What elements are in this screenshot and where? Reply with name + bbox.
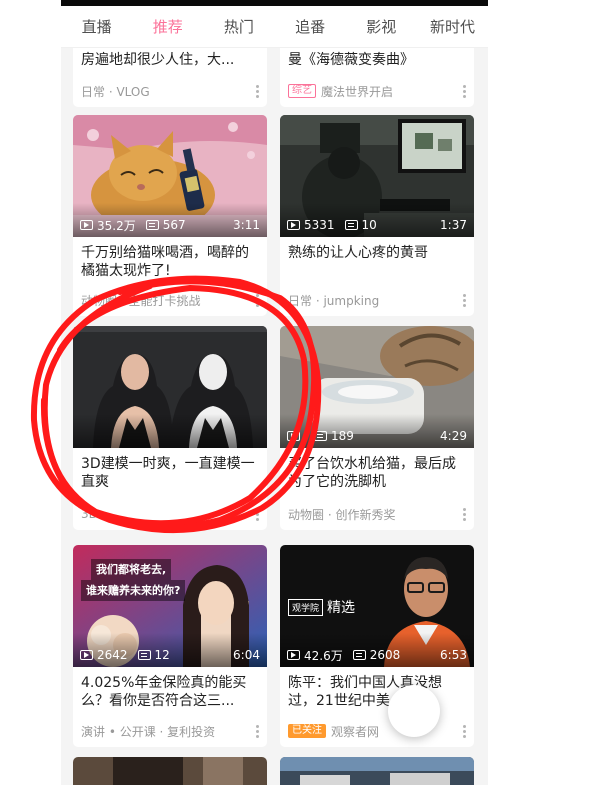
video-meta-text: 魔法世界开启 xyxy=(321,84,394,99)
danmaku-count: 2608 xyxy=(369,648,401,662)
more-options-icon[interactable] xyxy=(462,293,466,307)
danmaku-count: 12 xyxy=(154,648,170,662)
video-card-2[interactable]: 35.2万 567 3:11 千万别给猫咪喝酒，喝醉的橘猫太现炸了! 动物圈 ·… xyxy=(73,115,267,316)
play-count-icon xyxy=(287,431,300,441)
channel-watermark-label: 精选 xyxy=(327,600,356,616)
danmaku-count: 567 xyxy=(162,218,186,232)
phone-screen: 直播 推荐 热门 追番 影视 新时代 房遍地却很少人住，大... 日常 · VL… xyxy=(61,0,488,785)
tab-live[interactable]: 直播 xyxy=(61,6,132,48)
video-meta: 综艺 魔法世界开启 xyxy=(288,83,466,99)
video-meta: 动物圈 · 全能打卡挑战 xyxy=(81,292,259,308)
video-title: 曼《海德薇变奏曲》 xyxy=(288,52,414,68)
view-count: 35.2万 xyxy=(97,218,136,233)
video-card-5[interactable]: 189 4:29 买了台饮水机给猫，最后成为了它的洗脚机 动物圈 · 创作新秀奖 xyxy=(280,326,474,530)
more-options-icon[interactable] xyxy=(462,724,466,738)
video-stats: 5331 10 1:37 xyxy=(287,217,467,233)
tab-new-era[interactable]: 新时代 xyxy=(417,6,488,48)
video-meta-text: 演讲 • 公开课 · 复利投资 xyxy=(81,724,216,739)
video-meta-text: 日常 · VLOG xyxy=(81,84,150,99)
video-duration: 4:29 xyxy=(440,429,467,443)
danmaku-count-icon xyxy=(314,431,327,441)
video-meta: 动物圈 · 创作新秀奖 xyxy=(288,506,466,522)
more-options-icon[interactable] xyxy=(255,84,259,98)
more-options-icon[interactable] xyxy=(255,293,259,307)
floating-action-button[interactable] xyxy=(388,685,440,737)
top-tab-bar: 直播 推荐 热门 追番 影视 新时代 xyxy=(61,6,488,48)
video-title: 3D建模一时爽，一直建模一直爽 xyxy=(81,456,255,490)
video-title: 4.025%年金保险真的能买么？看你是否符合这三... xyxy=(81,675,247,709)
play-count-icon xyxy=(80,220,93,230)
video-meta: 已关注 观察者网 xyxy=(288,723,466,739)
video-thumbnail[interactable] xyxy=(280,757,474,785)
play-count-icon xyxy=(287,650,300,660)
video-thumbnail[interactable]: 5331 10 1:37 xyxy=(280,115,474,237)
video-meta: 日常 · jumpking xyxy=(288,292,466,308)
video-title: 陈平：我们中国人真没想过，21世纪中美... xyxy=(288,675,442,709)
video-meta-text: 观察者网 xyxy=(331,724,380,739)
danmaku-count-icon xyxy=(344,220,358,230)
video-meta: 日常 · VLOG xyxy=(81,83,259,99)
followed-badge: 已关注 xyxy=(288,724,326,738)
danmaku-count-icon xyxy=(352,650,366,660)
video-thumbnail[interactable] xyxy=(73,326,267,448)
video-stats: 42.6万 2608 6:53 xyxy=(287,647,467,663)
video-thumbnail[interactable] xyxy=(73,757,267,785)
tab-recommend[interactable]: 推荐 xyxy=(132,6,203,48)
view-count: 5331 xyxy=(304,218,335,232)
more-options-icon[interactable] xyxy=(255,724,259,738)
video-card-1[interactable]: 曼《海德薇变奏曲》 综艺 魔法世界开启 xyxy=(280,48,474,107)
video-meta-text: 3D xyxy=(81,507,98,521)
video-duration: 1:37 xyxy=(440,218,467,232)
video-title: 房遍地却很少人住，大... xyxy=(81,52,235,68)
video-meta-text: 动物圈 · 创作新秀奖 xyxy=(288,507,396,522)
more-options-icon[interactable] xyxy=(462,84,466,98)
video-card-6[interactable]: 我们都将老去, 谁来赡养未来的你? 2642 12 6:04 4.025%年金保… xyxy=(73,545,267,747)
play-count-icon xyxy=(287,220,300,230)
danmaku-count: 189 xyxy=(331,429,354,443)
video-duration: 3:11 xyxy=(233,218,260,232)
more-options-icon[interactable] xyxy=(255,507,259,521)
video-meta-text: 动物圈 · 全能打卡挑战 xyxy=(81,293,201,308)
view-count: 2642 xyxy=(97,648,128,662)
view-count: 42.6万 xyxy=(304,648,343,663)
video-title: 买了台饮水机给猫，最后成为了它的洗脚机 xyxy=(288,456,456,490)
channel-watermark: 观学院 精选 xyxy=(288,597,355,617)
video-card-7[interactable]: 观学院 精选 42.6万 2608 6:53 陈平：我们中国人真没想过，21世纪… xyxy=(280,545,474,747)
more-options-icon[interactable] xyxy=(462,507,466,521)
thumbnail-text-line-2: 谁来赡养未来的你? xyxy=(81,580,186,601)
video-meta: 3D xyxy=(81,506,259,522)
video-thumbnail[interactable]: 观学院 精选 42.6万 2608 6:53 xyxy=(280,545,474,667)
video-card-9[interactable] xyxy=(280,757,474,785)
danmaku-count-icon xyxy=(145,220,159,230)
video-card-4[interactable]: 3D建模一时爽，一直建模一直爽 3D xyxy=(73,326,267,530)
thumbnail-text-line-1: 我们都将老去, xyxy=(91,559,172,580)
video-card-3[interactable]: 5331 10 1:37 熟练的让人心疼的黄哥 日常 · jumpking xyxy=(280,115,474,316)
danmaku-count-icon xyxy=(137,650,151,660)
tab-hot[interactable]: 热门 xyxy=(203,6,274,48)
tab-anime[interactable]: 追番 xyxy=(275,6,346,48)
tab-movies[interactable]: 影视 xyxy=(346,6,417,48)
video-duration: 6:53 xyxy=(440,648,467,662)
video-thumbnail[interactable]: 35.2万 567 3:11 xyxy=(73,115,267,237)
video-meta: 演讲 • 公开课 · 复利投资 xyxy=(81,723,259,739)
video-stats: 189 4:29 xyxy=(287,428,467,444)
video-title: 熟练的让人心疼的黄哥 xyxy=(288,245,428,261)
video-card-0[interactable]: 房遍地却很少人住，大... 日常 · VLOG xyxy=(73,48,267,107)
video-thumbnail[interactable]: 189 4:29 xyxy=(280,326,474,448)
video-meta-text: 日常 · jumpking xyxy=(288,293,380,308)
category-badge: 综艺 xyxy=(288,84,316,98)
danmaku-count: 10 xyxy=(361,218,377,232)
video-thumbnail[interactable]: 我们都将老去, 谁来赡养未来的你? 2642 12 6:04 xyxy=(73,545,267,667)
video-stats: 35.2万 567 3:11 xyxy=(80,217,260,233)
video-stats: 2642 12 6:04 xyxy=(80,647,260,663)
video-duration: 6:04 xyxy=(233,648,260,662)
thumbnail-overlay-text: 我们都将老去, 谁来赡养未来的你? xyxy=(81,559,186,601)
video-title: 千万别给猫咪喝酒，喝醉的橘猫太现炸了! xyxy=(81,245,249,279)
channel-logo-text: 观学院 xyxy=(288,598,324,616)
play-count-icon xyxy=(80,650,93,660)
video-card-8[interactable] xyxy=(73,757,267,785)
